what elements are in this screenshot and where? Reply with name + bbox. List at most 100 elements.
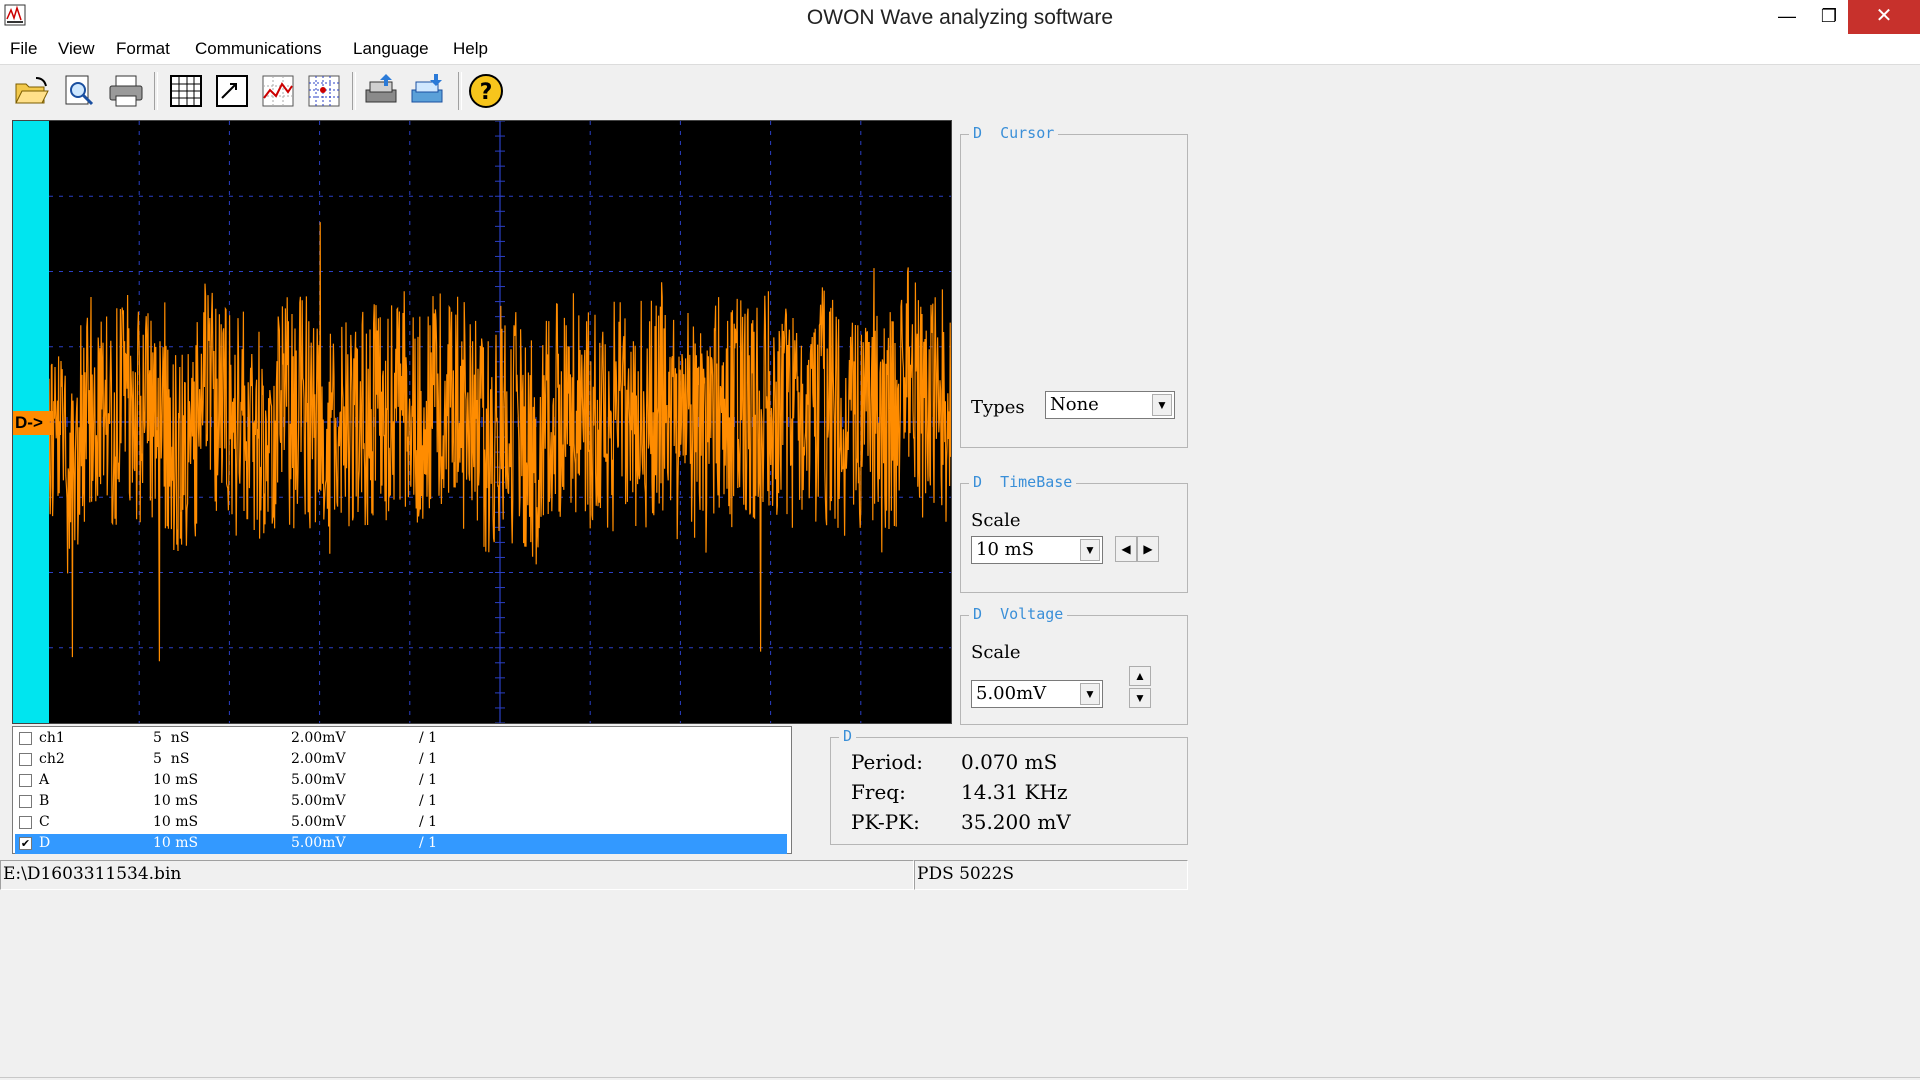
voltage-title: Voltage	[1000, 605, 1064, 623]
voltage-channel: D	[973, 605, 983, 623]
waveform-display[interactable]: D->	[12, 120, 952, 724]
channel-name: A	[39, 772, 50, 788]
channel-timebase: 5 nS	[153, 730, 190, 746]
menu-file[interactable]: File	[10, 39, 37, 59]
svg-text:?: ?	[480, 80, 493, 105]
status-bar: E:\D1603311534.bin PDS 5022S	[0, 860, 1188, 892]
channel-row[interactable]: ch2 5 nS 2.00mV / 1	[15, 750, 787, 770]
channel-checkbox[interactable]	[19, 753, 32, 766]
channel-probe: / 1	[419, 793, 438, 809]
open-icon[interactable]	[12, 72, 52, 110]
channel-probe: / 1	[419, 835, 438, 851]
channel-checkbox[interactable]	[19, 816, 32, 829]
menu-help[interactable]: Help	[453, 39, 488, 59]
pkpk-value: 35.200 mV	[961, 810, 1071, 834]
timebase-channel: D	[973, 473, 983, 491]
app-icon	[4, 4, 26, 26]
menu-language[interactable]: Language	[353, 39, 429, 59]
channel-name: D	[39, 835, 51, 851]
channel-voltage: 5.00mV	[291, 814, 346, 830]
cursor-channel: D	[973, 124, 983, 142]
help-icon[interactable]: ?	[466, 72, 506, 110]
chevron-down-icon[interactable]: ▼	[1080, 683, 1100, 705]
timebase-scale-select[interactable]: 10 mS ▼	[971, 536, 1103, 564]
voltage-scale-select[interactable]: 5.00mV ▼	[971, 680, 1103, 708]
cursor-title: Cursor	[1000, 124, 1055, 142]
channel-voltage: 5.00mV	[291, 835, 346, 851]
menu-format[interactable]: Format	[116, 39, 170, 59]
period-value: 0.070 mS	[961, 750, 1058, 774]
period-label: Period:	[851, 750, 923, 774]
minimize-button[interactable]: —	[1764, 0, 1810, 34]
close-button[interactable]: ✕	[1848, 0, 1920, 34]
timebase-scale-value: 10 mS	[976, 539, 1035, 560]
timebase-scale-label: Scale	[971, 510, 1021, 531]
channel-list[interactable]: ch1 5 nS 2.00mV / 1 ch2 5 nS 2.00mV / 1 A 10 mS 5.…	[12, 726, 792, 854]
timebase-group-title: D TimeBase	[969, 473, 1077, 491]
channel-probe: / 1	[419, 772, 438, 788]
channel-name: B	[39, 793, 50, 809]
grid-icon[interactable]	[304, 72, 344, 110]
channel-probe: / 1	[419, 814, 438, 830]
channel-row[interactable]: A 10 mS 5.00mV / 1	[15, 771, 787, 791]
maximize-button[interactable]: ❐	[1806, 0, 1852, 34]
title-bar: OWON Wave analyzing software — ❐ ✕	[0, 0, 1920, 34]
channel-checkbox[interactable]	[19, 774, 32, 787]
chevron-down-icon[interactable]: ▼	[1080, 539, 1100, 561]
chevron-down-icon[interactable]: ▼	[1152, 394, 1172, 416]
menu-view[interactable]: View	[58, 39, 95, 59]
channel-row[interactable]: ch1 5 nS 2.00mV / 1	[15, 729, 787, 749]
freq-label: Freq:	[851, 780, 906, 804]
download-icon[interactable]	[362, 72, 402, 110]
timebase-group: D TimeBase Scale 10 mS ▼ ◀ ▶	[960, 473, 1188, 593]
channel-timebase: 10 mS	[153, 814, 199, 830]
channel-probe: / 1	[419, 730, 438, 746]
channel-timebase: 10 mS	[153, 772, 199, 788]
channel-row[interactable]: ✔ D 10 mS 5.00mV / 1	[15, 834, 787, 854]
bottom-divider	[0, 1077, 1920, 1078]
channel-row[interactable]: B 10 mS 5.00mV / 1	[15, 792, 787, 812]
measurement-group: D Period: 0.070 mS Freq: 14.31 KHz PK-PK…	[830, 727, 1188, 845]
channel-checkbox[interactable]: ✔	[19, 837, 32, 850]
menu-bar: File View Format Communications Language…	[0, 34, 1920, 65]
toolbar: ?	[0, 66, 1920, 114]
channel-timebase: 5 nS	[153, 751, 190, 767]
channel-timebase: 10 mS	[153, 793, 199, 809]
toolbar-separator	[458, 72, 462, 110]
upload-icon[interactable]	[408, 72, 448, 110]
window-title: OWON Wave analyzing software	[806, 6, 1114, 29]
status-file-path: E:\D1603311534.bin	[0, 860, 914, 890]
voltage-scale-label: Scale	[971, 642, 1021, 663]
channel-timebase: 10 mS	[153, 835, 199, 851]
timebase-right-button[interactable]: ▶	[1137, 536, 1159, 562]
voltage-down-button[interactable]: ▼	[1129, 688, 1151, 708]
cursor-types-select[interactable]: None ▼	[1045, 391, 1175, 419]
freq-value: 14.31 KHz	[961, 780, 1068, 804]
channel-name: ch2	[39, 751, 65, 767]
print-preview-icon[interactable]	[60, 72, 100, 110]
channel-name: ch1	[39, 730, 65, 746]
cursor-group-title: D Cursor	[969, 124, 1059, 142]
voltage-up-button[interactable]: ▲	[1129, 666, 1151, 686]
channel-name: C	[39, 814, 50, 830]
timebase-left-button[interactable]: ◀	[1115, 536, 1137, 562]
toolbar-separator	[352, 72, 356, 110]
waveform-icon[interactable]	[258, 72, 298, 110]
channel-d-marker[interactable]: D->	[13, 411, 53, 435]
voltage-group: D Voltage Scale 5.00mV ▼ ▲ ▼	[960, 605, 1188, 725]
types-label: Types	[971, 397, 1025, 418]
voltage-group-title: D Voltage	[969, 605, 1068, 623]
toolbar-separator	[154, 72, 158, 110]
menu-communications[interactable]: Communications	[195, 39, 322, 59]
channel-voltage: 5.00mV	[291, 793, 346, 809]
export-icon[interactable]	[212, 72, 252, 110]
measurement-channel: D	[839, 727, 857, 745]
channel-row[interactable]: C 10 mS 5.00mV / 1	[15, 813, 787, 833]
cursor-types-value: None	[1050, 394, 1099, 415]
channel-checkbox[interactable]	[19, 795, 32, 808]
channel-voltage: 2.00mV	[291, 751, 346, 767]
channel-checkbox[interactable]	[19, 732, 32, 745]
print-icon[interactable]	[106, 72, 146, 110]
pkpk-label: PK-PK:	[851, 810, 920, 834]
table-icon[interactable]	[166, 72, 206, 110]
